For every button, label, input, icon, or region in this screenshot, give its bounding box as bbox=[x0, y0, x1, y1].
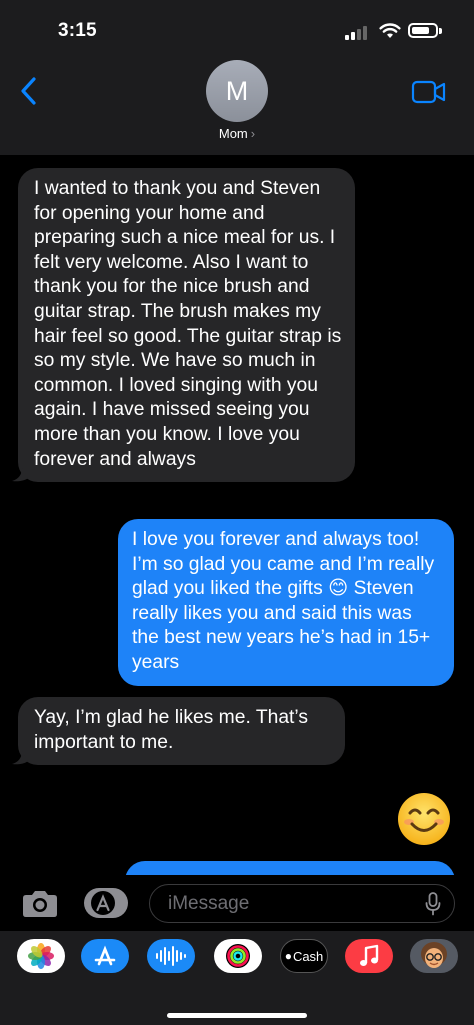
incoming-message-bubble[interactable]: Yay, I’m glad he likes me. That’s import… bbox=[12, 697, 345, 766]
message-text: I wanted to thank you and Steven for ope… bbox=[34, 178, 342, 470]
app-store-icon[interactable] bbox=[81, 939, 129, 973]
cash-label: Cash bbox=[292, 948, 324, 964]
home-indicator[interactable] bbox=[167, 1013, 307, 1018]
activity-app-icon[interactable] bbox=[214, 939, 262, 973]
cellular-signal-icon bbox=[345, 24, 373, 40]
message-text: Yay, I’m glad he likes me. That’s import… bbox=[34, 707, 308, 753]
memoji-app-icon[interactable] bbox=[410, 939, 458, 973]
app-store-a-icon bbox=[94, 945, 116, 966]
back-chevron-icon[interactable] bbox=[18, 75, 40, 107]
apple-logo-icon: ● bbox=[284, 949, 292, 963]
microphone-icon[interactable] bbox=[424, 892, 442, 916]
photos-flower-icon bbox=[28, 943, 54, 969]
contact-avatar[interactable]: M bbox=[206, 60, 268, 122]
music-app-icon[interactable] bbox=[345, 939, 393, 973]
waveform-icon bbox=[156, 946, 186, 966]
smiling-face-emoji-icon[interactable] bbox=[396, 791, 452, 847]
facetime-video-icon[interactable] bbox=[411, 79, 447, 105]
contact-name: Mom bbox=[218, 126, 248, 141]
bubble-tail bbox=[12, 751, 28, 765]
avatar-initial: M bbox=[225, 75, 249, 106]
outgoing-message-bubble[interactable]: I love you forever and always too! I’m s… bbox=[118, 519, 454, 686]
bubble-tail bbox=[12, 468, 28, 482]
message-input[interactable]: iMessage bbox=[149, 884, 455, 923]
status-bar: 3:15 bbox=[0, 0, 474, 60]
photos-app-icon[interactable] bbox=[17, 939, 65, 973]
contact-name-button[interactable]: Mom › bbox=[0, 126, 474, 141]
message-text: I love you forever and always too! I’m s… bbox=[132, 529, 435, 673]
audio-message-app-icon[interactable] bbox=[147, 939, 195, 973]
battery-icon bbox=[408, 23, 438, 38]
status-time: 3:15 bbox=[58, 20, 97, 41]
activity-rings-icon bbox=[226, 944, 250, 968]
incoming-message-bubble[interactable]: I wanted to thank you and Steven for ope… bbox=[12, 168, 355, 483]
app-store-apps-icon[interactable] bbox=[83, 887, 129, 919]
apple-cash-app-icon[interactable]: ● Cash bbox=[280, 939, 328, 973]
message-list[interactable]: I wanted to thank you and Steven for ope… bbox=[0, 155, 474, 875]
wifi-icon bbox=[379, 23, 401, 38]
outgoing-message-bubble-partial[interactable] bbox=[125, 861, 455, 875]
camera-icon[interactable] bbox=[20, 889, 60, 919]
message-input-placeholder: iMessage bbox=[168, 893, 250, 914]
memoji-face-icon bbox=[421, 942, 447, 968]
chevron-right-icon: › bbox=[250, 126, 256, 141]
music-note-icon bbox=[360, 944, 379, 966]
